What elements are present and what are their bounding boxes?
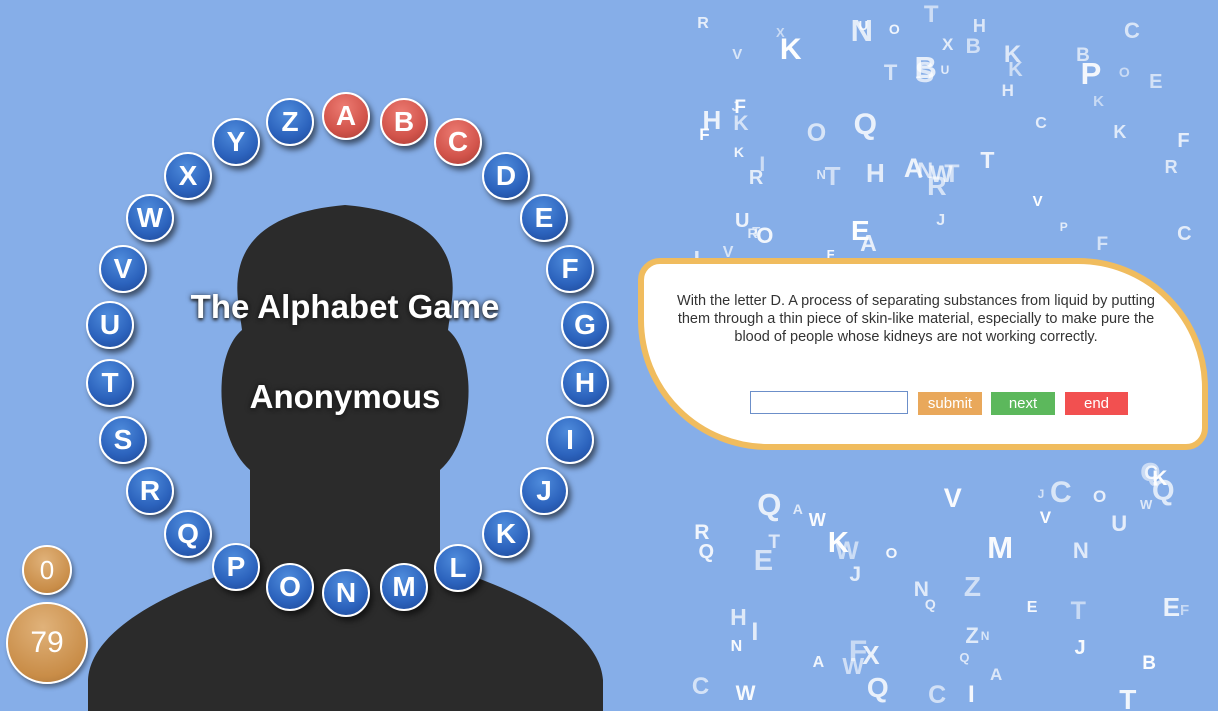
- letter-e: E: [520, 194, 568, 242]
- letter-i: I: [546, 416, 594, 464]
- letter-u: U: [86, 301, 134, 349]
- next-button[interactable]: next: [991, 392, 1055, 415]
- letter-x: X: [164, 152, 212, 200]
- letter-l: L: [434, 544, 482, 592]
- letter-g: G: [561, 301, 609, 349]
- letter-w: W: [126, 194, 174, 242]
- letter-a: A: [322, 92, 370, 140]
- answer-input[interactable]: [750, 391, 908, 414]
- question-card: With the letter D. A process of separati…: [638, 258, 1208, 450]
- letter-k: K: [482, 510, 530, 558]
- letter-v: V: [99, 245, 147, 293]
- letter-j: J: [520, 467, 568, 515]
- letter-y: Y: [212, 118, 260, 166]
- wrong-count-badge: 0: [22, 545, 72, 595]
- letter-o: O: [266, 563, 314, 611]
- submit-button[interactable]: submit: [918, 392, 982, 415]
- end-button[interactable]: end: [1065, 392, 1128, 415]
- letter-q: Q: [164, 510, 212, 558]
- question-text: With the letter D. A process of separati…: [677, 293, 1155, 345]
- player-name: Anonymous: [249, 378, 441, 415]
- letter-t: T: [86, 359, 134, 407]
- letter-z: Z: [266, 98, 314, 146]
- letter-c: C: [434, 118, 482, 166]
- letter-n: N: [322, 569, 370, 617]
- time-remaining-badge: 79: [6, 602, 88, 684]
- letter-r: R: [126, 467, 174, 515]
- letter-p: P: [212, 543, 260, 591]
- letter-d: D: [482, 152, 530, 200]
- game-title: The Alphabet Game: [190, 288, 500, 325]
- letter-h: H: [561, 359, 609, 407]
- letter-f: F: [546, 245, 594, 293]
- letter-s: S: [99, 416, 147, 464]
- letter-b: B: [380, 98, 428, 146]
- letter-m: M: [380, 563, 428, 611]
